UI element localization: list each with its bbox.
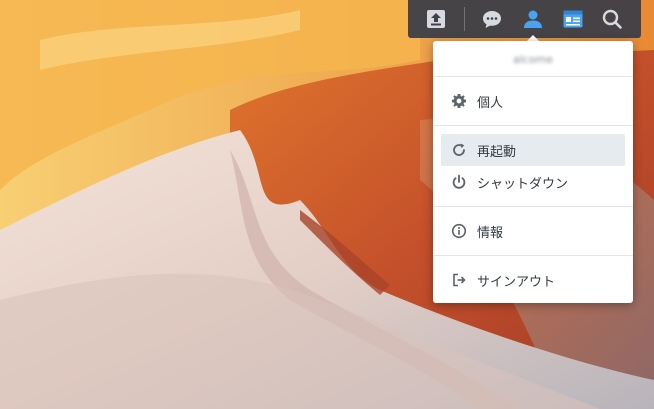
menu-divider	[433, 255, 633, 256]
user-icon	[524, 10, 542, 28]
info-icon	[451, 223, 467, 239]
sign-out-icon	[451, 272, 467, 288]
user-menu: alcome 個人 再起動 シャットダウン 情報 サインアウト	[433, 41, 633, 303]
restart-icon	[451, 142, 467, 158]
upload-button[interactable]	[420, 3, 452, 35]
menu-divider	[433, 76, 633, 77]
taskbar	[408, 0, 641, 38]
menu-item-sign-out[interactable]: サインアウト	[441, 264, 625, 296]
gear-icon	[451, 93, 467, 109]
upload-icon	[427, 10, 445, 28]
menu-item-label: 個人	[477, 95, 504, 111]
widgets-button[interactable]	[557, 3, 589, 35]
chat-button[interactable]	[476, 3, 508, 35]
menu-item-label: 再起動	[477, 144, 517, 160]
user-button[interactable]	[517, 3, 549, 35]
menu-item-label: サインアウト	[477, 274, 556, 290]
search-button[interactable]	[596, 3, 628, 35]
power-icon	[451, 174, 467, 190]
menu-item-info[interactable]: 情報	[441, 215, 625, 247]
widgets-icon	[563, 10, 583, 28]
menu-username: alcome	[512, 52, 554, 66]
menu-divider	[433, 125, 633, 126]
menu-item-shutdown[interactable]: シャットダウン	[441, 166, 625, 198]
taskbar-separator	[464, 7, 465, 31]
menu-item-label: シャットダウン	[477, 176, 569, 192]
search-icon	[602, 9, 622, 29]
menu-item-label: 情報	[477, 225, 504, 241]
menu-divider	[433, 206, 633, 207]
chat-icon	[483, 11, 501, 28]
menu-item-restart[interactable]: 再起動	[441, 134, 625, 166]
menu-item-personal[interactable]: 個人	[441, 85, 625, 117]
